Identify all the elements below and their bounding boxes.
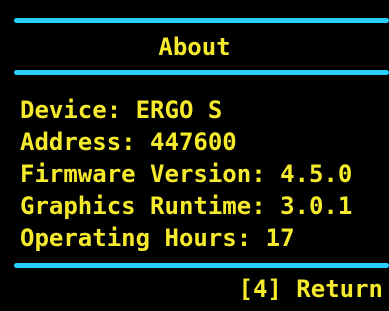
firmware-version-line: Firmware Version: 4.5.0: [20, 160, 353, 188]
device-info-list: Device: ERGO S Address: 447600 Firmware …: [20, 94, 352, 254]
page-title: About: [158, 33, 231, 61]
device-name-line: Device: ERGO S: [20, 96, 223, 124]
operating-hours-line: Operating Hours: 17: [20, 224, 295, 252]
header-divider: [14, 70, 389, 75]
graphics-runtime-line: Graphics Runtime: 3.0.1: [20, 192, 353, 220]
device-screen: About Device: ERGO S Address: 447600 Fir…: [0, 0, 389, 311]
address-line: Address: 447600: [20, 128, 237, 156]
return-button[interactable]: [4] Return: [239, 274, 384, 304]
top-divider: [14, 18, 389, 23]
footer-divider: [14, 263, 389, 268]
